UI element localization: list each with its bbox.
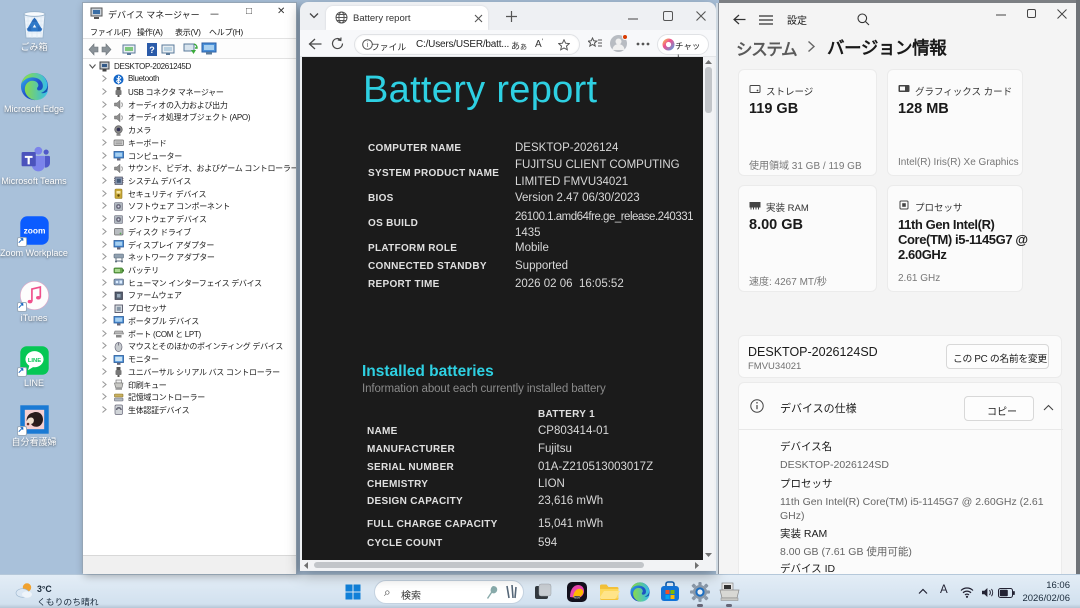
- svg-text:i: i: [367, 42, 369, 49]
- svg-text:LINE: LINE: [27, 358, 40, 364]
- svg-text:MSN: MSN: [574, 596, 580, 600]
- svg-text:zoom: zoom: [23, 226, 45, 236]
- svg-text:?: ?: [149, 45, 155, 55]
